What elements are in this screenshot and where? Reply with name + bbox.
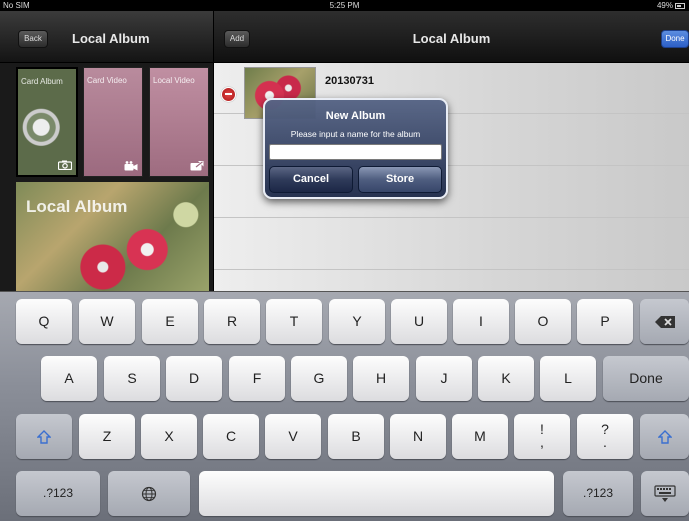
done-button[interactable]: Done (661, 30, 689, 48)
store-button[interactable]: Store (358, 166, 442, 193)
key-m[interactable]: M (452, 414, 508, 459)
key-exclamation-top: ! (540, 421, 544, 437)
key-g[interactable]: G (291, 356, 347, 401)
key-o[interactable]: O (515, 299, 571, 344)
delete-minus-icon[interactable] (221, 87, 236, 102)
key-i[interactable]: I (453, 299, 509, 344)
album-name-input[interactable] (269, 144, 442, 160)
key-u[interactable]: U (391, 299, 447, 344)
shift-arrow-icon (37, 430, 51, 444)
backspace-icon (654, 316, 675, 329)
globe-icon (141, 487, 157, 502)
key-e[interactable]: E (142, 299, 198, 344)
key-s[interactable]: S (104, 356, 160, 401)
key-p[interactable]: P (577, 299, 633, 344)
key-l[interactable]: L (540, 356, 596, 401)
right-panel-title: Local Album (412, 31, 491, 46)
empty-row (214, 271, 689, 291)
key-y[interactable]: Y (329, 299, 385, 344)
space-key[interactable] (199, 471, 554, 516)
key-x[interactable]: X (141, 414, 197, 459)
battery-indicator: 49% (657, 0, 685, 11)
key-r[interactable]: R (204, 299, 260, 344)
key-q[interactable]: Q (16, 299, 72, 344)
local-album-thumbnail[interactable]: Local Album (16, 182, 209, 291)
local-album-label: Local Album (26, 197, 128, 216)
camera-icon (58, 160, 72, 170)
shift-key-right[interactable] (640, 414, 689, 459)
key-w[interactable]: W (79, 299, 135, 344)
key-n[interactable]: N (390, 414, 446, 459)
left-panel-title: Local Album (72, 31, 150, 46)
numbers-key-right[interactable]: .?123 (563, 471, 633, 516)
left-navigation-bar: Back Local Album (0, 11, 213, 63)
key-v[interactable]: V (265, 414, 321, 459)
key-comma-bottom: , (540, 434, 544, 450)
back-button[interactable]: Back (18, 30, 48, 48)
empty-row (214, 219, 689, 270)
clock-label: 5:25 PM (329, 1, 360, 10)
key-question-period[interactable]: ? . (577, 414, 633, 459)
left-panel: Back Local Album Card Album Card Video L… (0, 11, 213, 291)
shift-arrow-icon (657, 430, 672, 444)
video-camera-icon (124, 161, 138, 171)
shift-key-left[interactable] (16, 414, 72, 459)
key-a[interactable]: A (41, 356, 97, 401)
key-z[interactable]: Z (79, 414, 135, 459)
key-c[interactable]: C (203, 414, 259, 459)
key-j[interactable]: J (416, 356, 472, 401)
key-h[interactable]: H (353, 356, 409, 401)
local-video-thumbnail[interactable]: Local Video (149, 67, 209, 177)
globe-key[interactable] (108, 471, 190, 516)
hide-keyboard-key[interactable] (641, 471, 689, 516)
battery-percent: 49% (656, 1, 673, 10)
key-k[interactable]: K (478, 356, 534, 401)
right-navigation-bar: Add Local Album Done (214, 11, 689, 63)
key-b[interactable]: B (328, 414, 384, 459)
backspace-key[interactable] (640, 299, 689, 344)
card-video-thumbnail[interactable]: Card Video (83, 67, 143, 177)
dialog-title: New Album (325, 110, 386, 122)
card-album-thumbnail[interactable]: Card Album (16, 67, 78, 177)
local-video-label: Local Video (153, 76, 195, 85)
key-t[interactable]: T (266, 299, 322, 344)
done-key[interactable]: Done (603, 356, 689, 401)
battery-icon (675, 2, 685, 9)
key-exclamation-comma[interactable]: ! , (514, 414, 570, 459)
key-question-top: ? (601, 421, 609, 437)
new-album-dialog: New Album Please input a name for the al… (263, 98, 448, 199)
cancel-button[interactable]: Cancel (269, 166, 353, 193)
key-period-bottom: . (603, 434, 607, 450)
album-row-title: 20130731 (325, 75, 374, 87)
onscreen-keyboard: Q W E R T Y U I O P A S D F G H J K L Do… (0, 291, 689, 521)
key-d[interactable]: D (166, 356, 222, 401)
video-export-icon (190, 161, 204, 171)
key-f[interactable]: F (229, 356, 285, 401)
status-bar: No SIM 5:25 PM 49% (0, 0, 689, 11)
card-video-label: Card Video (87, 76, 127, 85)
card-album-label: Card Album (21, 77, 63, 86)
keyboard-dismiss-icon (654, 485, 676, 503)
numbers-key-left[interactable]: .?123 (16, 471, 100, 516)
dialog-message: Please input a name for the album (290, 129, 421, 139)
